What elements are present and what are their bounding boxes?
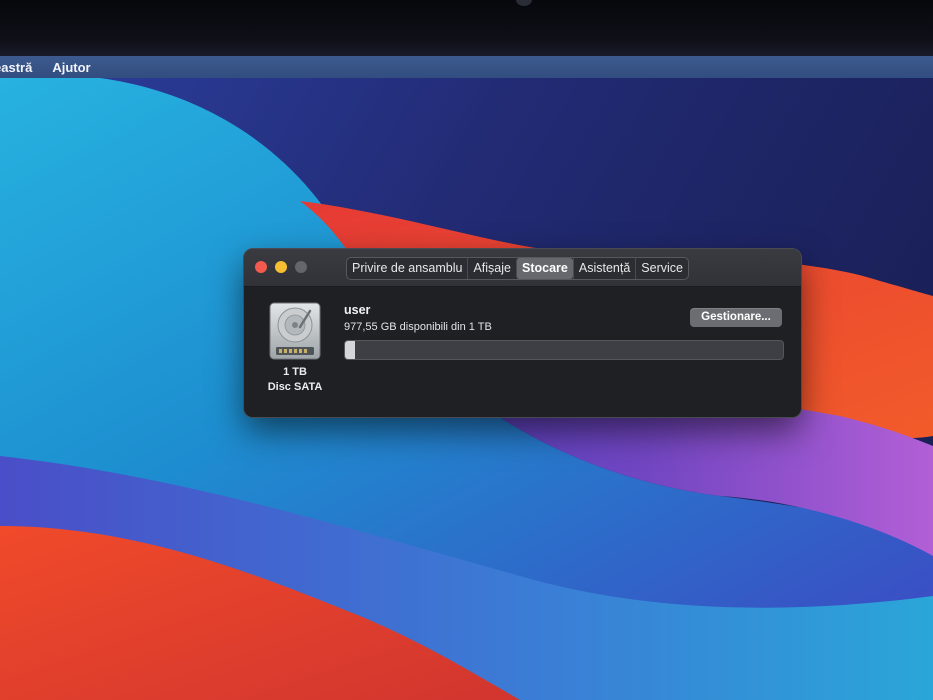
tab-service[interactable]: Service (635, 258, 688, 279)
desktop: eastră Ajutor Privire de ansamblu Afișaj… (0, 56, 933, 700)
menu-window[interactable]: eastră (0, 60, 32, 75)
menu-bar: eastră Ajutor (0, 56, 933, 78)
camera (516, 0, 532, 6)
storage-used-fill (345, 341, 355, 359)
zoom-button (295, 261, 307, 273)
screen-bezel (0, 0, 933, 58)
disk-capacity: 1 TB (283, 366, 307, 378)
storage-usage-bar (344, 340, 784, 360)
tab-overview[interactable]: Privire de ansamblu (347, 258, 467, 279)
tab-bar: Privire de ansamblu Afișaje Stocare Asis… (346, 257, 689, 280)
close-button[interactable] (255, 261, 267, 273)
storage-panel: 1 TB Disc SATA user 977,55 GB disponibil… (244, 287, 801, 417)
manage-button[interactable]: Gestionare... (690, 308, 782, 327)
tab-storage[interactable]: Stocare (516, 258, 573, 279)
menu-help[interactable]: Ajutor (52, 60, 90, 75)
volume-name: user (344, 303, 371, 317)
tab-displays[interactable]: Afișaje (467, 258, 516, 279)
tab-support[interactable]: Asistență (572, 258, 635, 279)
volume-available: 977,55 GB disponibili din 1 TB (344, 321, 492, 333)
about-this-mac-window: Privire de ansamblu Afișaje Stocare Asis… (244, 249, 801, 417)
title-bar[interactable]: Privire de ansamblu Afișaje Stocare Asis… (244, 249, 801, 287)
hard-drive-icon (269, 302, 321, 360)
disk-type: Disc SATA (267, 381, 323, 393)
minimize-button[interactable] (275, 261, 287, 273)
